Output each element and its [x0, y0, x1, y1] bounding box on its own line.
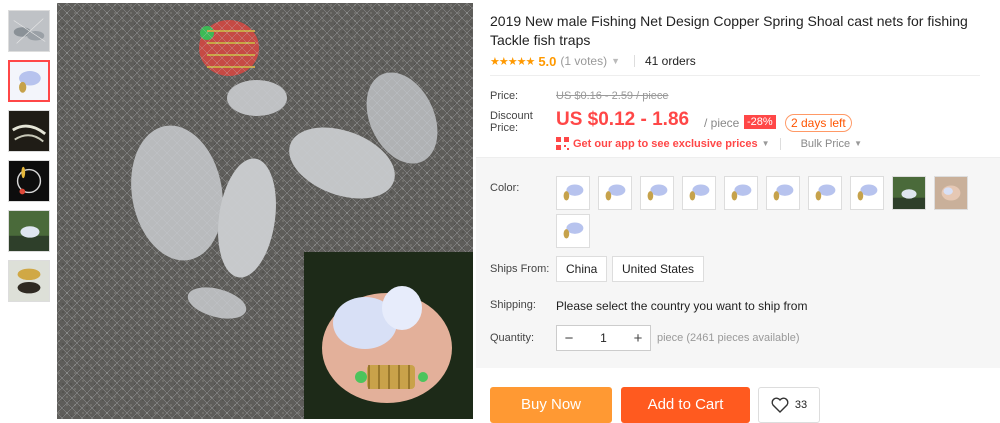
app-offer-row: Get our app to see exclusive prices ▼ Bu…	[556, 137, 872, 150]
original-price: US $0.16 - 2.59 / piece	[556, 90, 669, 102]
thumbnail-2[interactable]	[8, 60, 50, 102]
color-swatch[interactable]	[556, 214, 590, 248]
star-rating-icon: ★★★★★	[490, 55, 535, 68]
discount-badge: -28%	[744, 115, 776, 129]
time-left-badge: 2 days left	[785, 114, 852, 132]
qr-code-icon	[556, 137, 569, 150]
divider	[634, 55, 635, 67]
wishlist-count: 33	[794, 399, 808, 411]
color-swatches	[556, 176, 976, 252]
quantity-availability: piece (2461 pieces available)	[657, 332, 800, 344]
color-swatch[interactable]	[766, 176, 800, 210]
price-label: Price:	[490, 90, 519, 102]
quantity-decrease-button[interactable]: −	[557, 330, 581, 347]
quantity-input[interactable]: 1	[581, 331, 626, 345]
color-swatch[interactable]	[850, 176, 884, 210]
discount-price: US $0.12 - 1.86	[556, 109, 690, 130]
thumbnail-5[interactable]	[8, 210, 50, 252]
chevron-down-icon[interactable]: ▼	[762, 139, 770, 148]
quantity-increase-button[interactable]: +	[626, 330, 650, 347]
bulk-price-link[interactable]: Bulk Price	[801, 138, 851, 150]
quantity-label: Quantity:	[490, 332, 535, 344]
product-title: 2019 New male Fishing Net Design Copper …	[490, 13, 968, 48]
app-offer-link[interactable]: Get our app to see exclusive prices	[573, 138, 758, 150]
color-swatch[interactable]	[640, 176, 674, 210]
color-label: Color:	[490, 182, 520, 194]
divider	[490, 75, 980, 76]
votes-count[interactable]: (1 votes)	[560, 54, 607, 68]
discount-price-label: Discount Price:	[490, 110, 533, 134]
price-unit: / piece	[704, 116, 740, 130]
chevron-down-icon[interactable]: ▼	[854, 139, 862, 148]
ships-from-china[interactable]: China	[556, 256, 608, 282]
ships-from-united-states[interactable]: United States	[612, 256, 705, 282]
color-swatch[interactable]	[934, 176, 968, 210]
color-swatch[interactable]	[682, 176, 716, 210]
rating-score: 5.0	[538, 53, 557, 69]
thumbnail-6[interactable]	[8, 260, 50, 302]
buy-now-button[interactable]: Buy Now	[490, 387, 612, 423]
orders-count: 41 orders	[645, 54, 696, 68]
shipping-label: Shipping:	[490, 299, 536, 311]
thumbnail-list	[8, 10, 50, 310]
color-swatch[interactable]	[892, 176, 926, 210]
divider	[779, 137, 781, 150]
thumbnail-1[interactable]	[8, 10, 50, 52]
heart-icon	[771, 397, 789, 413]
add-to-cart-button[interactable]: Add to Cart	[621, 387, 750, 423]
color-swatch[interactable]	[556, 176, 590, 210]
color-swatch[interactable]	[808, 176, 842, 210]
main-product-image	[57, 3, 473, 419]
color-swatch[interactable]	[724, 176, 758, 210]
color-swatch[interactable]	[598, 176, 632, 210]
wishlist-button[interactable]: 33	[758, 387, 820, 423]
thumbnail-3[interactable]	[8, 110, 50, 152]
shipping-text: Please select the country you want to sh…	[556, 299, 808, 313]
quantity-stepper: − 1 +	[556, 325, 651, 351]
thumbnail-4[interactable]	[8, 160, 50, 202]
rating-row: ★★★★★ 5.0 (1 votes) ▼ 41 orders	[490, 52, 696, 70]
ships-from-label: Ships From:	[490, 263, 550, 275]
chevron-down-icon[interactable]: ▼	[611, 56, 620, 66]
